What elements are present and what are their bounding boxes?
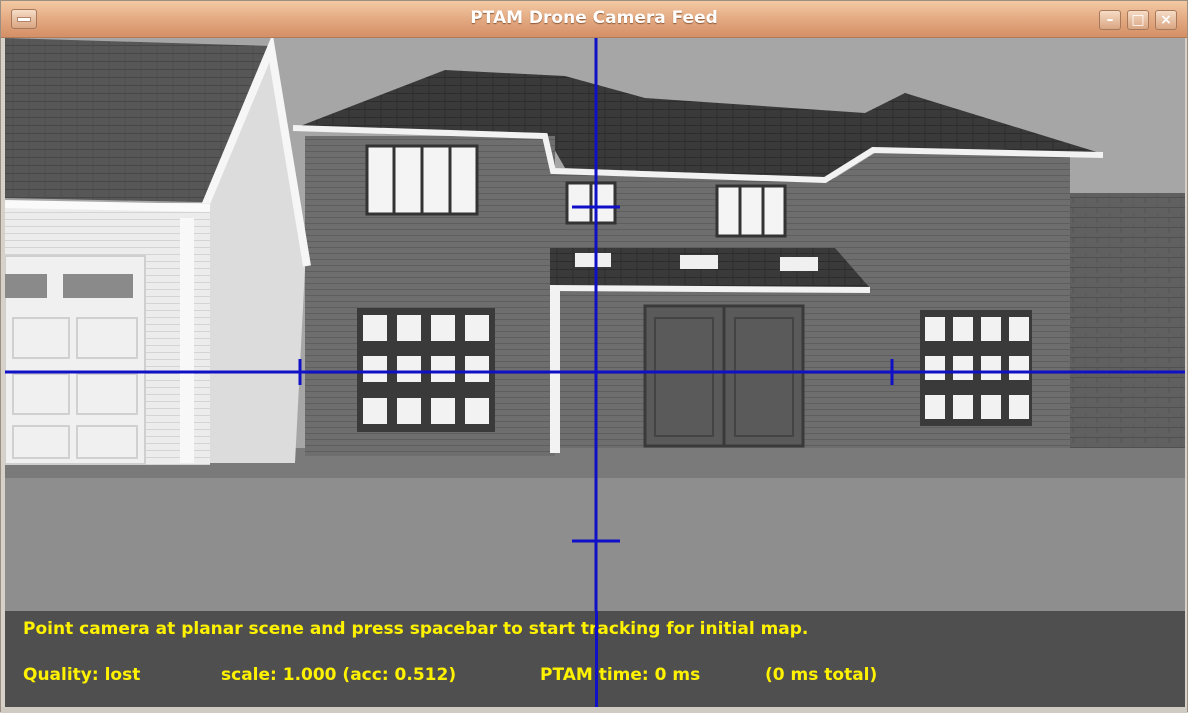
window-title: PTAM Drone Camera Feed xyxy=(470,8,718,28)
window-bottom-edge xyxy=(1,707,1187,713)
instruction-text: Point camera at planar scene and press s… xyxy=(23,619,809,639)
minimize-icon[interactable]: – xyxy=(1099,10,1121,30)
quality-text: Quality: lost xyxy=(23,665,141,685)
app-window: PTAM Drone Camera Feed – □ × Point camer… xyxy=(0,0,1188,713)
camera-feed-image xyxy=(5,38,1185,707)
close-icon[interactable]: × xyxy=(1155,10,1177,30)
title-bar[interactable]: PTAM Drone Camera Feed – □ × xyxy=(1,1,1187,38)
total-time-text: (0 ms total) xyxy=(765,665,878,685)
crosshair-vertical-overlay xyxy=(595,611,598,707)
ptam-time-text: PTAM time: 0 ms xyxy=(540,665,701,685)
camera-feed-viewport[interactable]: Point camera at planar scene and press s… xyxy=(5,38,1185,707)
scale-text: scale: 1.000 (acc: 0.512) xyxy=(221,665,457,685)
maximize-icon[interactable]: □ xyxy=(1127,10,1149,30)
